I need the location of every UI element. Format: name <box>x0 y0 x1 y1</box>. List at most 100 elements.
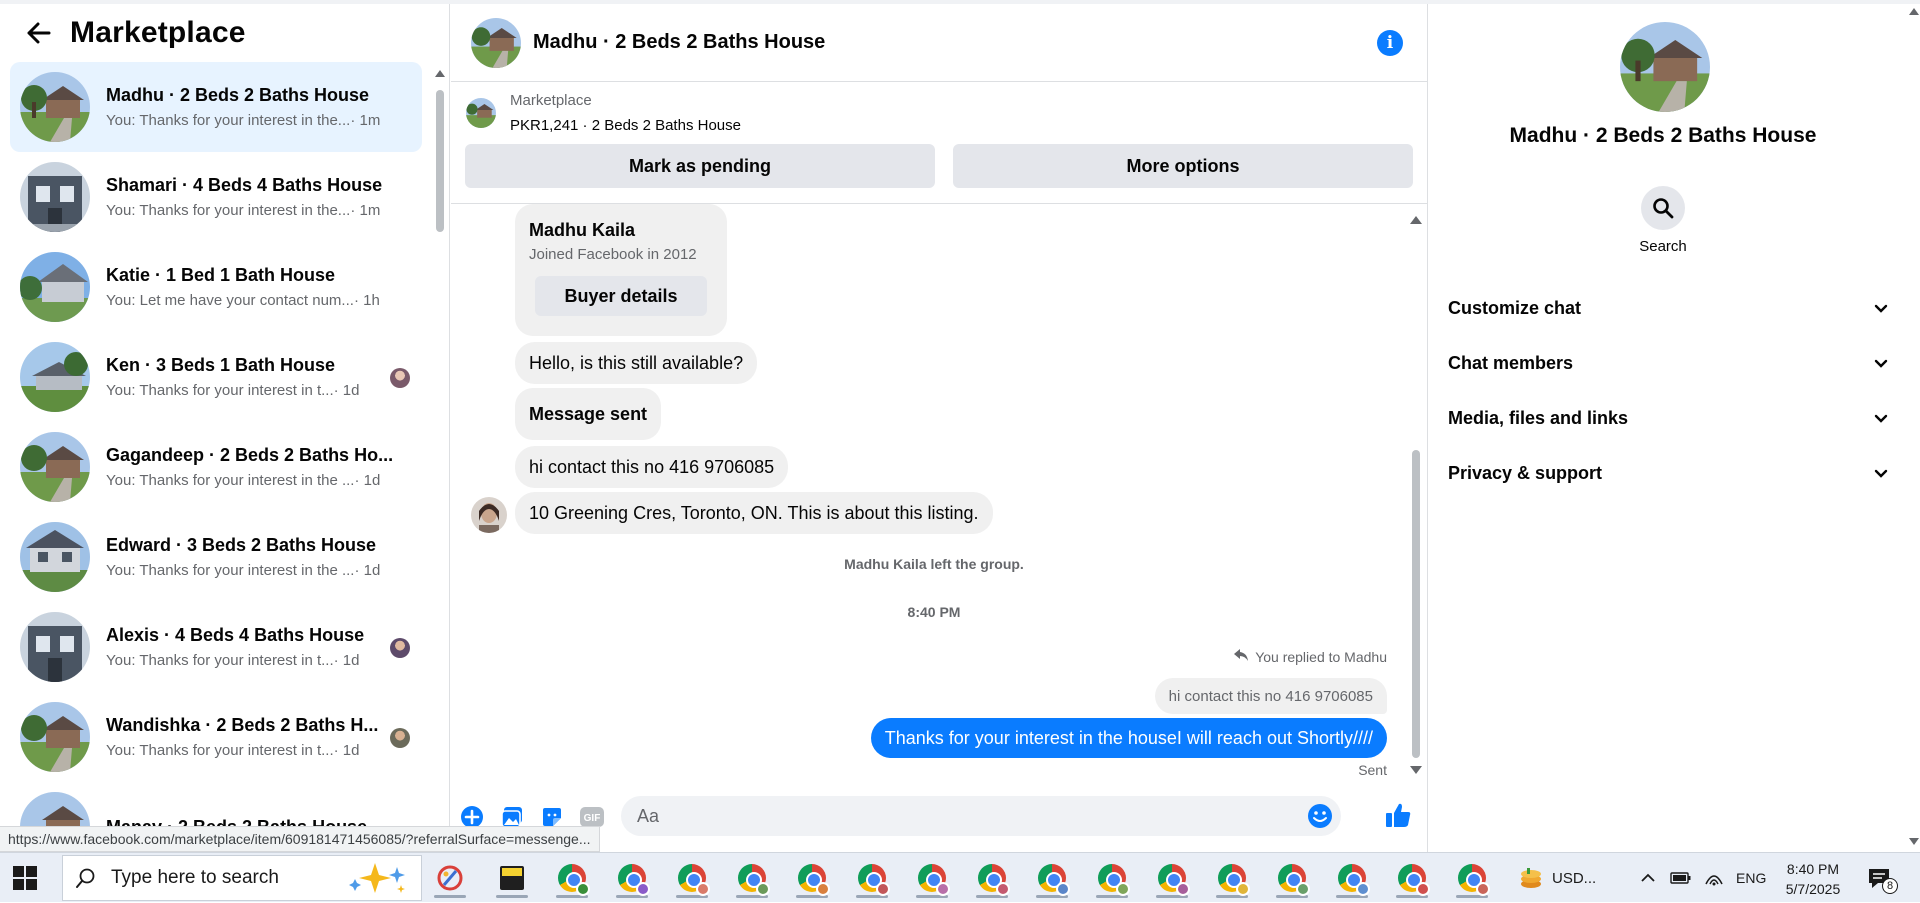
conversation-time: · 1d <box>354 562 381 579</box>
chrome-icon[interactable] <box>1390 858 1434 898</box>
buyer-card: Madhu Kaila Joined Facebook in 2012 Buye… <box>515 204 727 336</box>
chrome-icon[interactable] <box>730 858 774 898</box>
privacy-support-section[interactable]: Privacy & support <box>1448 453 1888 493</box>
message-timestamp: 8:40 PM <box>907 604 961 620</box>
wifi-icon[interactable] <box>1704 870 1724 886</box>
chrome-icon[interactable] <box>1270 858 1314 898</box>
message-bubble[interactable]: Message sent <box>515 388 662 440</box>
chrome-icon[interactable] <box>790 858 834 898</box>
chrome-icon[interactable] <box>1150 858 1194 898</box>
taskbar-search[interactable]: Type here to search <box>62 855 422 901</box>
notifications-button[interactable]: 8 <box>1866 853 1898 903</box>
conversation-name: Katie · 1 Bed 1 Bath House <box>106 265 336 285</box>
conversation-name: Alexis · 4 Beds 4 Baths House <box>106 625 365 645</box>
mark-as-pending-button[interactable]: Mark as pending <box>465 144 935 188</box>
scroll-up-icon[interactable] <box>1410 216 1422 224</box>
section-label: Customize chat <box>1448 297 1582 318</box>
message-input-wrapper <box>621 796 1341 836</box>
chat-avatar-large[interactable] <box>1620 22 1710 112</box>
chrome-icon[interactable] <box>970 858 1014 898</box>
conversation-item[interactable]: Edward · 3 Beds 2 Baths House You: Thank… <box>10 512 422 602</box>
panel-scrollbar[interactable] <box>1908 4 1920 852</box>
taskbar-app-paint[interactable] <box>428 858 472 898</box>
search-icon[interactable] <box>1641 186 1685 230</box>
my-message-bubble[interactable]: Thanks for your interest in the houseI w… <box>870 718 1387 758</box>
reply-indicator-text: You replied to Madhu <box>1255 648 1387 665</box>
message-bubble[interactable]: hi contact this no 416 9706085 <box>515 446 789 488</box>
chat-avatar[interactable] <box>471 17 521 68</box>
chrome-icon[interactable] <box>910 858 954 898</box>
listing-thumbnail <box>20 252 90 322</box>
scroll-up-icon[interactable] <box>435 70 445 77</box>
back-arrow-icon[interactable] <box>26 20 52 46</box>
media-files-links-section[interactable]: Media, files and links <box>1448 398 1888 438</box>
emoji-icon[interactable] <box>1307 803 1333 829</box>
clock-date: 5/7/2025 <box>1785 881 1841 897</box>
conversation-item[interactable]: Shamari · 4 Beds 4 Baths House You: Than… <box>10 152 422 242</box>
conversation-time: · 1m <box>350 202 381 219</box>
chrome-icon[interactable] <box>1450 858 1494 898</box>
message-bubble[interactable]: 10 Greening Cres, Toronto, ON. This is a… <box>515 492 993 534</box>
like-icon[interactable] <box>1383 800 1413 830</box>
conversation-preview: You: Thanks for your interest in t... <box>106 742 334 759</box>
chrome-icon[interactable] <box>1090 858 1134 898</box>
sender-avatar[interactable] <box>471 497 507 533</box>
sidebar-header: Marketplace <box>0 4 449 62</box>
windows-icon[interactable] <box>12 865 38 891</box>
customize-chat-section[interactable]: Customize chat <box>1448 288 1888 328</box>
listing-thumbnail <box>20 432 90 502</box>
chrome-icon[interactable] <box>550 858 594 898</box>
currency-widget[interactable]: USD... <box>1518 853 1596 903</box>
more-options-button[interactable]: More options <box>953 144 1413 188</box>
conversation-time: · 1d <box>354 472 381 489</box>
scrollbar-thumb[interactable] <box>436 90 444 232</box>
conversation-preview: You: Thanks for your interest in the... <box>106 112 351 129</box>
conversation-item[interactable]: Katie · 1 Bed 1 Bath House You: Let me h… <box>10 242 422 332</box>
currency-icon <box>1518 866 1544 890</box>
battery-icon[interactable] <box>1670 871 1692 885</box>
marketplace-listing-banner: Marketplace PKR1,241 · 2 Beds 2 Baths Ho… <box>451 82 1427 204</box>
conversation-item[interactable]: Gagandeep · 2 Beds 2 Baths Ho... You: Th… <box>10 422 422 512</box>
info-icon[interactable]: i <box>1377 30 1403 56</box>
conversation-name: Shamari · 4 Beds 4 Baths House <box>106 175 383 195</box>
info-panel-title: Madhu · 2 Beds 2 Baths House <box>1509 124 1817 147</box>
conversation-time: · 1d <box>333 652 360 669</box>
quoted-message[interactable]: hi contact this no 416 9706085 <box>1154 678 1387 714</box>
scroll-up-icon[interactable] <box>1909 8 1919 15</box>
chevron-up-icon[interactable] <box>1640 872 1656 884</box>
sidebar-scrollbar[interactable] <box>435 70 445 852</box>
taskbar-app-sticky-notes[interactable] <box>490 858 534 898</box>
taskbar-clock[interactable]: 8:40 PM 5/7/2025 <box>1768 859 1858 899</box>
chrome-icon[interactable] <box>1330 858 1374 898</box>
chrome-icon[interactable] <box>670 858 714 898</box>
search-icon <box>75 867 97 889</box>
message-input[interactable] <box>621 796 1261 836</box>
conversation-item[interactable]: Alexis · 4 Beds 4 Baths House You: Thank… <box>10 602 422 692</box>
scrollbar-thumb[interactable] <box>1412 450 1420 758</box>
chat-members-section[interactable]: Chat members <box>1448 343 1888 383</box>
conversation-item[interactable]: Wandishka · 2 Beds 2 Baths H... You: Tha… <box>10 692 422 782</box>
participant-avatar <box>390 368 410 388</box>
system-notice: Madhu Kaila left the group. <box>844 556 1024 572</box>
listing-price-title[interactable]: PKR1,241 · 2 Beds 2 Baths House <box>510 117 741 134</box>
language-indicator[interactable]: ENG <box>1736 870 1766 886</box>
link-status-bar: https://www.facebook.com/marketplace/ite… <box>0 826 600 852</box>
message-bubble[interactable]: Hello, is this still available? <box>515 342 758 384</box>
conversation-time: · 1d <box>333 742 360 759</box>
svg-text:GIF: GIF <box>584 813 601 824</box>
chrome-icon[interactable] <box>850 858 894 898</box>
chat-title[interactable]: Madhu · 2 Beds 2 Baths House <box>533 31 825 54</box>
chrome-icon[interactable] <box>610 858 654 898</box>
chat-scrollbar[interactable] <box>1409 210 1423 782</box>
chrome-icon[interactable] <box>1030 858 1074 898</box>
conversation-item[interactable]: Ken · 3 Beds 1 Bath House You: Thanks fo… <box>10 332 422 422</box>
listing-thumbnail[interactable] <box>466 98 496 128</box>
scroll-down-icon[interactable] <box>1410 766 1422 774</box>
buyer-name: Madhu Kaila <box>529 220 636 240</box>
conversation-item[interactable]: Madhu · 2 Beds 2 Baths House You: Thanks… <box>10 62 422 152</box>
buyer-details-button[interactable]: Buyer details <box>535 276 707 316</box>
scroll-down-icon[interactable] <box>1909 838 1919 845</box>
conversation-info-panel: Madhu · 2 Beds 2 Baths House Search Cust… <box>1427 4 1920 852</box>
chrome-icon[interactable] <box>1210 858 1254 898</box>
active-indicator <box>434 895 466 898</box>
